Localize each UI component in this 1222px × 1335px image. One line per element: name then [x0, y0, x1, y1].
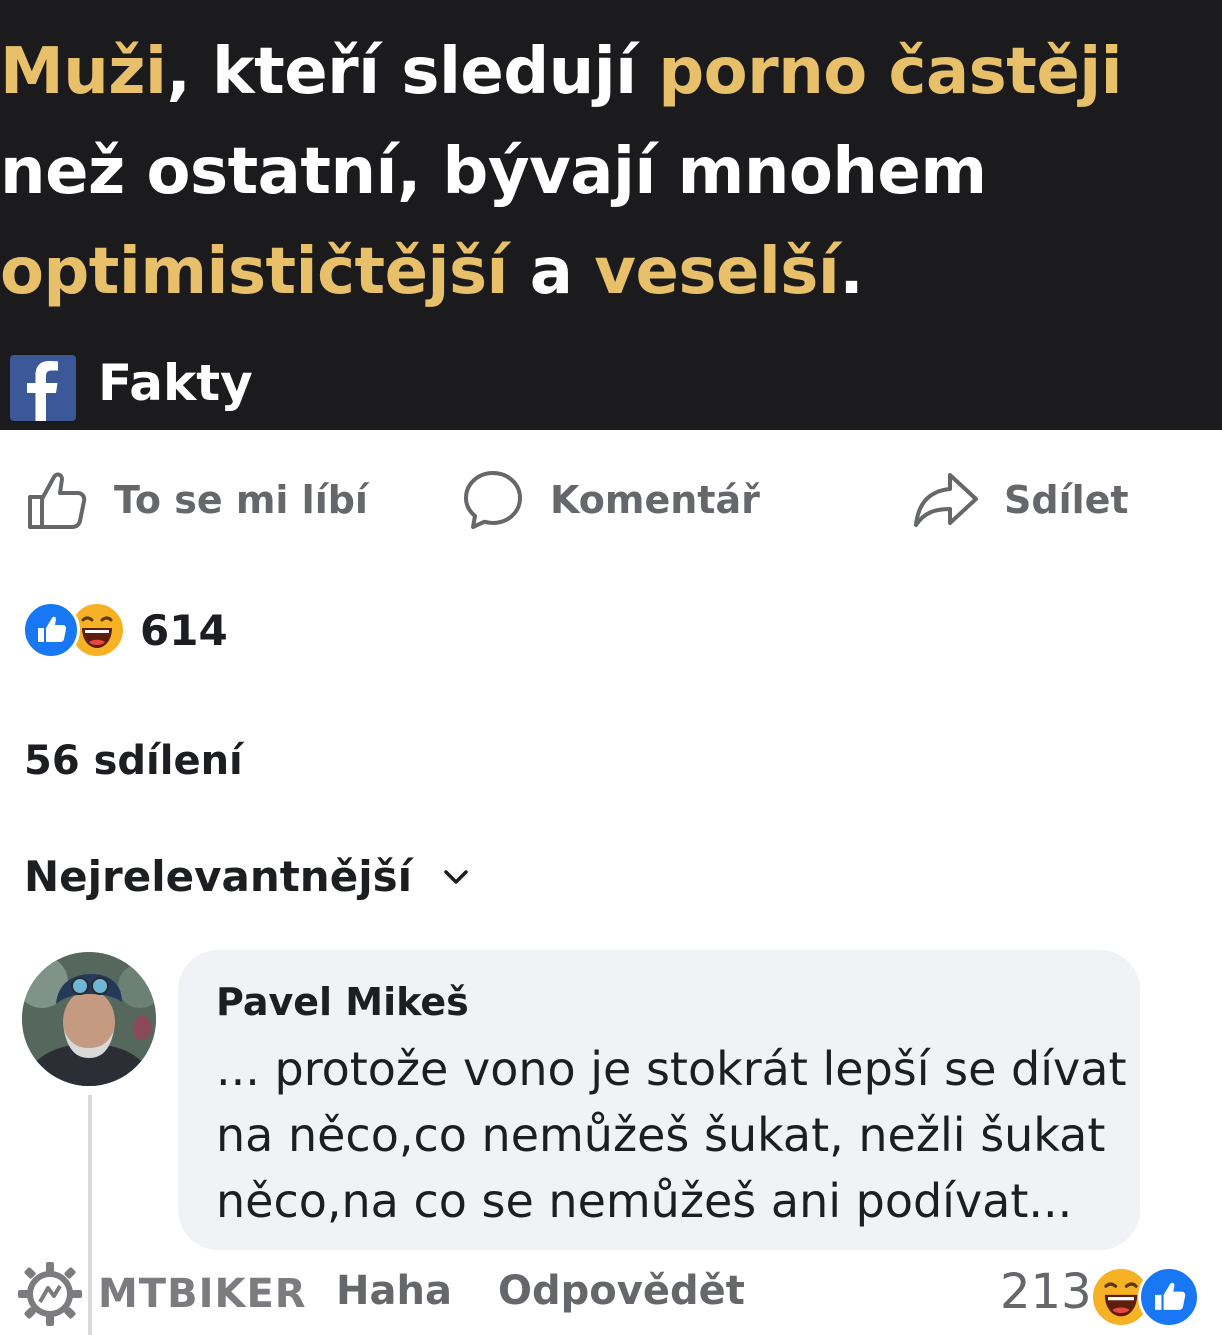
like-reaction-icon [22, 601, 80, 659]
comment-text-line: na něco,co nemůžeš šukat, nežli šukat [216, 1108, 1106, 1162]
sort-label: Nejrelevantnější [24, 852, 412, 901]
like-button[interactable]: To se mi líbí [24, 460, 368, 540]
comment-sort-dropdown[interactable]: Nejrelevantnější [24, 852, 470, 901]
chevron-down-icon [444, 869, 468, 884]
comment-button[interactable]: Komentář [460, 460, 760, 540]
headline-segment: , kteří sledují [166, 35, 659, 109]
post-action-bar: To se mi líbí Komentář Sdílet [0, 460, 1222, 540]
watermark-text: MTBIKER [98, 1271, 307, 1317]
like-reaction-icon [1138, 1266, 1200, 1328]
reply-link[interactable]: Odpovědět [498, 1268, 745, 1314]
headline-segment: . [839, 235, 864, 309]
gear-logo-icon [18, 1262, 82, 1326]
reaction-summary[interactable]: 614 [22, 600, 228, 660]
headline-segment: optimističtější [0, 235, 508, 309]
like-label: To se mi líbí [114, 478, 368, 522]
share-button[interactable]: Sdílet [912, 460, 1129, 540]
headline-line: Muži, kteří sledují porno častěji [0, 22, 1222, 122]
comment-bubble-icon [464, 471, 522, 529]
post-image-banner: Muži, kteří sledují porno častěji než os… [0, 0, 1222, 430]
headline-segment: Muži [0, 35, 167, 109]
share-label: Sdílet [1004, 478, 1129, 522]
reaction-count: 614 [140, 605, 228, 655]
thumbs-up-icon [28, 472, 87, 529]
comment-bubble: Pavel Mikeš ... protože vono je stokrát … [178, 950, 1140, 1250]
headline-line: optimističtější a veselší. [0, 222, 1222, 322]
headline-line: než ostatní, bývají mnohem [0, 122, 1222, 222]
headline-segment: veselší [594, 235, 840, 309]
headline-segment: a [507, 235, 595, 309]
haha-reaction-link[interactable]: Haha [336, 1268, 452, 1314]
comment-reaction-count[interactable]: 213 [1000, 1264, 1092, 1320]
comment-author[interactable]: Pavel Mikeš [216, 980, 469, 1024]
comment-text-line: něco,na co se nemůžeš ani podívat... [216, 1174, 1073, 1228]
facebook-icon [10, 355, 76, 421]
source-page-name[interactable]: Fakty [98, 354, 253, 412]
avatar[interactable] [22, 952, 156, 1086]
post-headline: Muži, kteří sledují porno častěji než os… [0, 22, 1222, 322]
comment-footer: MTBIKER Haha Odpovědět 213 [0, 1256, 1222, 1335]
share-arrow-icon [914, 473, 978, 527]
share-count[interactable]: 56 sdílení [24, 738, 243, 784]
headline-segment: než ostatní, bývají mnohem [0, 135, 987, 209]
headline-segment: porno častěji [658, 35, 1123, 109]
comment-label: Komentář [550, 478, 760, 522]
comment-text: ... protože vono je stokrát lepší se dív… [216, 1036, 1127, 1234]
comment-text-line: ... protože vono je stokrát lepší se dív… [216, 1042, 1127, 1096]
watermark: MTBIKER [16, 1260, 307, 1328]
